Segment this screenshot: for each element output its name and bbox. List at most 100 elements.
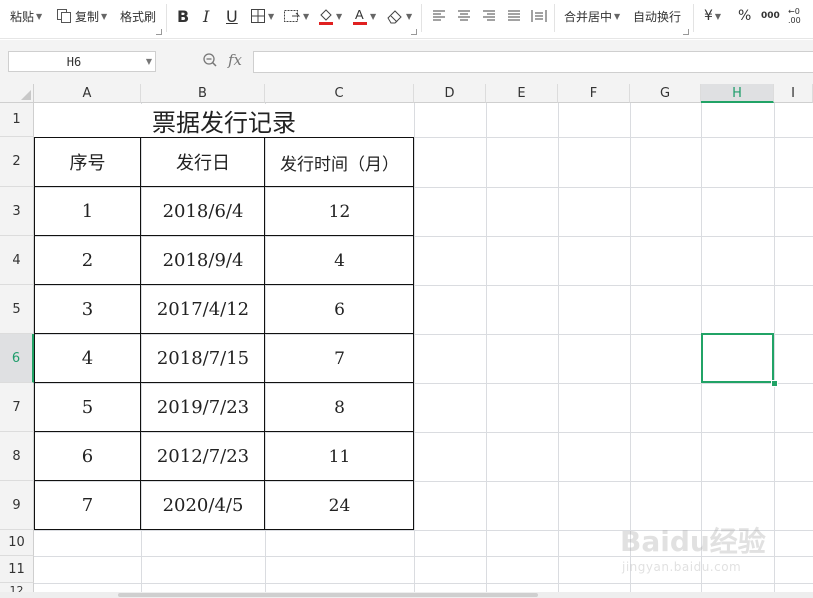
cell-index[interactable]: 3 (34, 285, 141, 334)
column-header-b[interactable]: B (141, 84, 265, 103)
thousands-icon: 000 (761, 11, 780, 21)
cell-value: 3 (81, 299, 94, 320)
formula-bar: H6 ▼ fx (0, 40, 813, 84)
cell-issue-date[interactable]: 2012/7/23 (141, 432, 265, 481)
cell-issue-date[interactable]: 2019/7/23 (141, 383, 265, 432)
header-cell-duration[interactable]: 发行时间（月） (265, 137, 414, 187)
font-color-button[interactable]: A ▼ (352, 0, 376, 32)
align-right-button[interactable] (482, 0, 496, 32)
fill-handle[interactable] (771, 380, 778, 387)
cell-value: 4 (81, 348, 94, 369)
name-box[interactable]: H6 ▼ (8, 51, 156, 72)
percent-icon: % (738, 8, 752, 24)
column-header-e[interactable]: E (486, 84, 558, 103)
thousands-button[interactable]: 000 (761, 0, 780, 32)
cell-issue-date[interactable]: 2018/9/4 (141, 236, 265, 285)
row-header-7[interactable]: 7 (0, 383, 34, 432)
watermark-url: jingyan.baidu.com (622, 560, 742, 574)
copy-icon (57, 9, 71, 23)
row-header-5[interactable]: 5 (0, 285, 34, 334)
underline-button[interactable]: U (226, 0, 238, 32)
active-cell[interactable] (701, 333, 774, 383)
column-header-g[interactable]: G (630, 84, 701, 103)
cell-index[interactable]: 6 (34, 432, 141, 481)
clipboard-group-corner[interactable] (156, 29, 162, 35)
row-header-11[interactable]: 11 (0, 556, 34, 583)
cell-style-button[interactable]: ▼ (283, 0, 309, 32)
currency-button[interactable]: ¥ ▼ (704, 0, 721, 32)
horizontal-scrollbar[interactable] (0, 592, 813, 598)
column-header-a[interactable]: A (34, 84, 141, 103)
bold-button[interactable]: B (177, 0, 189, 32)
merge-center-button[interactable]: 合并居中 ▼ (564, 0, 620, 32)
row-header-4[interactable]: 4 (0, 236, 34, 285)
cell-duration[interactable]: 8 (265, 383, 414, 432)
cell-value: 12 (328, 201, 351, 222)
cell-issue-date[interactable]: 2018/6/4 (141, 187, 265, 236)
column-header-f[interactable]: F (558, 84, 630, 103)
align-group-corner[interactable] (683, 29, 689, 35)
cell-value: 2012/7/23 (156, 446, 250, 467)
distributed-button[interactable] (531, 0, 547, 32)
column-header-d[interactable]: D (414, 84, 486, 103)
paste-button[interactable]: 粘贴 ▼ (10, 0, 42, 32)
wrap-text-button[interactable]: 自动换行 (633, 0, 681, 32)
row-header-8[interactable]: 8 (0, 432, 34, 481)
cell-duration[interactable]: 7 (265, 334, 414, 383)
fill-color-button[interactable]: ▼ (318, 0, 342, 32)
italic-button[interactable]: I (203, 0, 209, 32)
select-all-corner[interactable] (0, 84, 34, 103)
font-group-corner[interactable] (411, 29, 417, 35)
distributed-align-icon (531, 10, 547, 22)
justify-button[interactable] (507, 0, 521, 32)
cell-issue-date[interactable]: 2017/4/12 (141, 285, 265, 334)
header-index-label: 序号 (69, 153, 106, 174)
percent-button[interactable]: % (738, 0, 751, 32)
zoom-icon[interactable] (202, 52, 218, 72)
underline-icon: U (226, 6, 238, 26)
formula-input[interactable] (253, 51, 813, 73)
row-header-9[interactable]: 9 (0, 481, 34, 530)
header-duration-label: 发行时间（月） (280, 154, 399, 175)
fx-icon[interactable]: fx (228, 51, 242, 69)
paste-label: 粘贴 (10, 9, 35, 24)
copy-button[interactable]: 复制 ▼ (56, 0, 107, 32)
column-header-c[interactable]: C (265, 84, 414, 103)
row-header-3[interactable]: 3 (0, 187, 34, 236)
cell-index[interactable]: 5 (34, 383, 141, 432)
cell-value: 11 (328, 446, 351, 467)
format-painter-label: 格式刷 (120, 9, 157, 24)
column-header-h[interactable]: H (701, 84, 774, 103)
cell-index[interactable]: 2 (34, 236, 141, 285)
cell-issue-date[interactable]: 2020/4/5 (141, 481, 265, 530)
sheet-title-cell[interactable]: 票据发行记录 (35, 104, 413, 137)
align-left-icon (433, 10, 445, 21)
cell-index[interactable]: 1 (34, 187, 141, 236)
cell-duration[interactable]: 11 (265, 432, 414, 481)
scrollbar-thumb[interactable] (118, 593, 538, 597)
row-header-6[interactable]: 6 (0, 334, 34, 383)
name-box-dropdown-icon[interactable]: ▼ (146, 57, 152, 66)
cell-value: 7 (81, 495, 94, 516)
align-center-button[interactable] (457, 0, 471, 32)
cell-duration[interactable]: 12 (265, 187, 414, 236)
row-header-2[interactable]: 2 (0, 137, 34, 187)
align-left-button[interactable] (432, 0, 446, 32)
cell-duration[interactable]: 24 (265, 481, 414, 530)
cell-duration[interactable]: 6 (265, 285, 414, 334)
clear-button[interactable]: ▼ (386, 0, 412, 32)
row-header-1[interactable]: 1 (0, 103, 34, 137)
align-center-icon (458, 10, 470, 21)
borders-button[interactable]: ▼ (250, 0, 274, 32)
decimal-button[interactable]: ←0 .00 (788, 0, 813, 32)
header-cell-index[interactable]: 序号 (34, 137, 141, 187)
format-painter-button[interactable]: 格式刷 (120, 0, 156, 32)
header-cell-issue-date[interactable]: 发行日 (141, 137, 265, 187)
cell-value: 4 (334, 250, 345, 271)
column-header-i[interactable]: I (774, 84, 813, 103)
cell-index[interactable]: 4 (34, 334, 141, 383)
cell-duration[interactable]: 4 (265, 236, 414, 285)
cell-issue-date[interactable]: 2018/7/15 (141, 334, 265, 383)
cell-index[interactable]: 7 (34, 481, 141, 530)
row-header-10[interactable]: 10 (0, 530, 34, 556)
